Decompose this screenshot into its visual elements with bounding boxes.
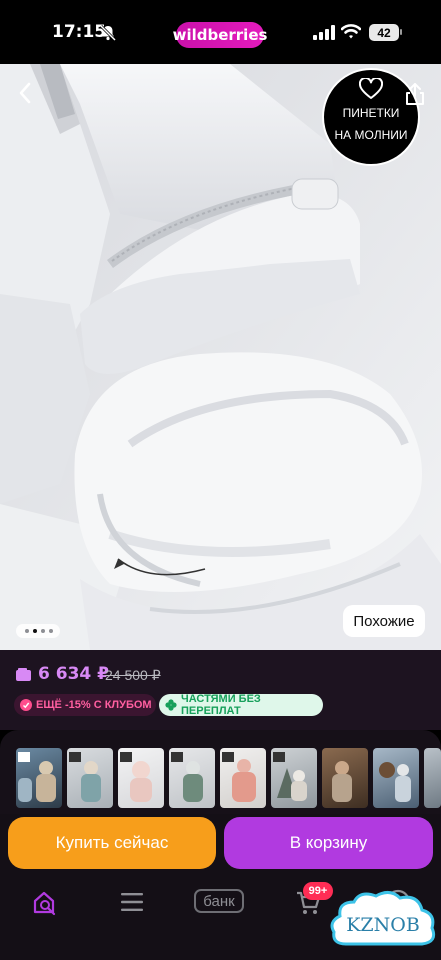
installment-tag[interactable]: ЧАСТЯМИ БЕЗ ПЕРЕПЛАТ	[159, 693, 323, 717]
pager-dot-active	[33, 629, 37, 633]
bank-tab[interactable]: банк	[194, 889, 244, 913]
thumbnail[interactable]	[16, 748, 62, 808]
thumbnail[interactable]	[169, 748, 215, 808]
price-section: 6 634 ₽ 24 500 ₽ ЕЩЁ -15% С КЛУБОМ ЧАСТЯ…	[0, 650, 441, 730]
purchase-actions: Купить сейчас В корзину	[0, 814, 441, 876]
cellular-signal-icon	[313, 25, 335, 40]
pager-dot	[41, 629, 45, 633]
old-price: 24 500 ₽	[105, 667, 161, 683]
catalog-menu-icon[interactable]	[121, 892, 143, 912]
back-arrow-icon[interactable]	[14, 80, 38, 106]
thumbnail[interactable]	[373, 748, 419, 808]
thumbnail[interactable]	[220, 748, 266, 808]
watermark-text: KZNOB	[346, 914, 420, 936]
thumbnail[interactable]	[322, 748, 368, 808]
product-image-gallery[interactable]: ПИНЕТКИ НА МОЛНИИ Похожие	[0, 64, 441, 650]
pager-dot	[49, 629, 53, 633]
buy-now-button[interactable]: Купить сейчас	[8, 817, 216, 869]
thumbnail-carousel[interactable]	[0, 730, 441, 814]
installment-label: ЧАСТЯМИ БЕЗ ПЕРЕПЛАТ	[181, 693, 261, 717]
add-to-cart-button[interactable]: В корзину	[224, 817, 433, 869]
status-time: 17:15	[52, 22, 107, 42]
club-icon	[20, 699, 32, 711]
brand-logo: wildberries	[173, 22, 267, 48]
share-icon[interactable]	[404, 82, 426, 106]
home-search-icon[interactable]	[32, 890, 58, 916]
current-price: 6 634 ₽	[38, 664, 109, 684]
thumbnail[interactable]	[118, 748, 164, 808]
similar-products-button[interactable]: Похожие	[343, 605, 425, 637]
thumbnail[interactable]	[271, 748, 317, 808]
pager-dot	[25, 629, 29, 633]
favorite-heart-icon[interactable]	[359, 78, 383, 100]
clover-icon	[165, 699, 177, 711]
badge-line-2: НА МОЛНИИ	[334, 128, 408, 142]
club-discount-tag[interactable]: ЕЩЁ -15% С КЛУБОМ	[14, 694, 156, 716]
club-discount-label: ЕЩЁ -15% С КЛУБОМ	[36, 699, 152, 711]
gallery-pager	[16, 624, 60, 638]
thumbnail[interactable]	[424, 748, 441, 808]
wallet-icon	[16, 668, 31, 681]
badge-line-1: ПИНЕТКИ	[342, 106, 400, 120]
thumbnail[interactable]	[67, 748, 113, 808]
battery-tip	[400, 29, 402, 35]
battery-indicator: 42	[369, 24, 399, 41]
bell-off-icon	[99, 24, 117, 42]
status-bar: 17:15 wildberries 42	[0, 0, 441, 64]
wifi-icon	[341, 24, 361, 39]
kznob-watermark: KZNOB	[330, 891, 436, 946]
